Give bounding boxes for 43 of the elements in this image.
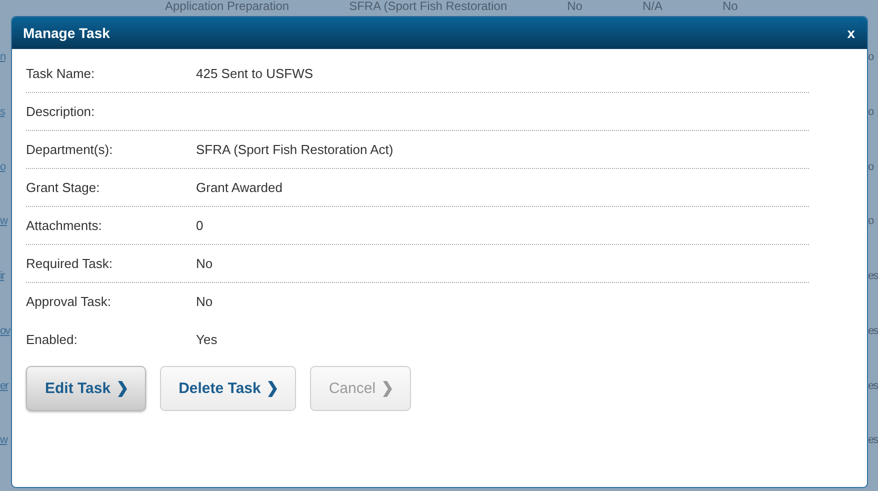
table-cell-text: es — [868, 433, 878, 448]
chevron-icon — [116, 380, 127, 396]
field-value: No — [196, 294, 213, 309]
table-link[interactable]: ir — [0, 269, 11, 324]
field-label: Enabled: — [26, 332, 78, 347]
field-value: 0 — [196, 218, 204, 233]
table-link[interactable]: er — [0, 378, 11, 434]
field-label: Task Name: — [26, 66, 96, 81]
table-link[interactable]: o — [0, 160, 11, 214]
dialog-title: Manage Task — [23, 25, 110, 41]
table-cell-text: o — [868, 160, 875, 174]
chevron-icon — [382, 380, 392, 396]
field-value: Grant Awarded — [196, 180, 282, 195]
field-value: No — [196, 256, 213, 271]
table-link[interactable]: ov — [0, 324, 11, 378]
table-cell-text: es — [868, 324, 878, 339]
table-link[interactable]: s — [0, 104, 11, 160]
table-cell-text: o — [868, 50, 875, 65]
close-button[interactable]: x — [845, 25, 857, 41]
table-cell: Application Preparation — [165, 0, 290, 12]
field-label: Approval Task: — [26, 294, 112, 309]
chevron-icon — [266, 380, 277, 396]
table-cell-text: o — [868, 104, 875, 120]
table-cell: No — [722, 0, 738, 12]
table-cell-text: o — [868, 214, 875, 230]
field-label: Department(s): — [26, 142, 114, 157]
field-value: SFRA (Sport Fish Restoration Act) — [196, 142, 394, 157]
table-cell: SFRA (Sport Fish Restoration — [349, 0, 508, 12]
field-value: Yes — [196, 332, 218, 347]
table-cell: No — [567, 0, 582, 12]
field-label: Description: — [26, 104, 96, 119]
table-link[interactable]: w — [0, 214, 11, 269]
table-cell-text: es — [868, 269, 878, 284]
task-button[interactable]: Edit Task — [26, 366, 146, 411]
field-label: Attachments: — [26, 218, 103, 233]
table-link[interactable]: w — [0, 433, 11, 488]
table-cell: N/A — [642, 0, 662, 12]
table-link[interactable]: n — [0, 50, 11, 105]
field-label: Required Task: — [26, 256, 114, 271]
table-cell-text: es — [868, 378, 878, 394]
field-label: Grant Stage: — [26, 180, 101, 195]
field-value: 425 Sent to USFWS — [196, 66, 314, 81]
task-button[interactable]: Delete Task — [160, 366, 296, 411]
